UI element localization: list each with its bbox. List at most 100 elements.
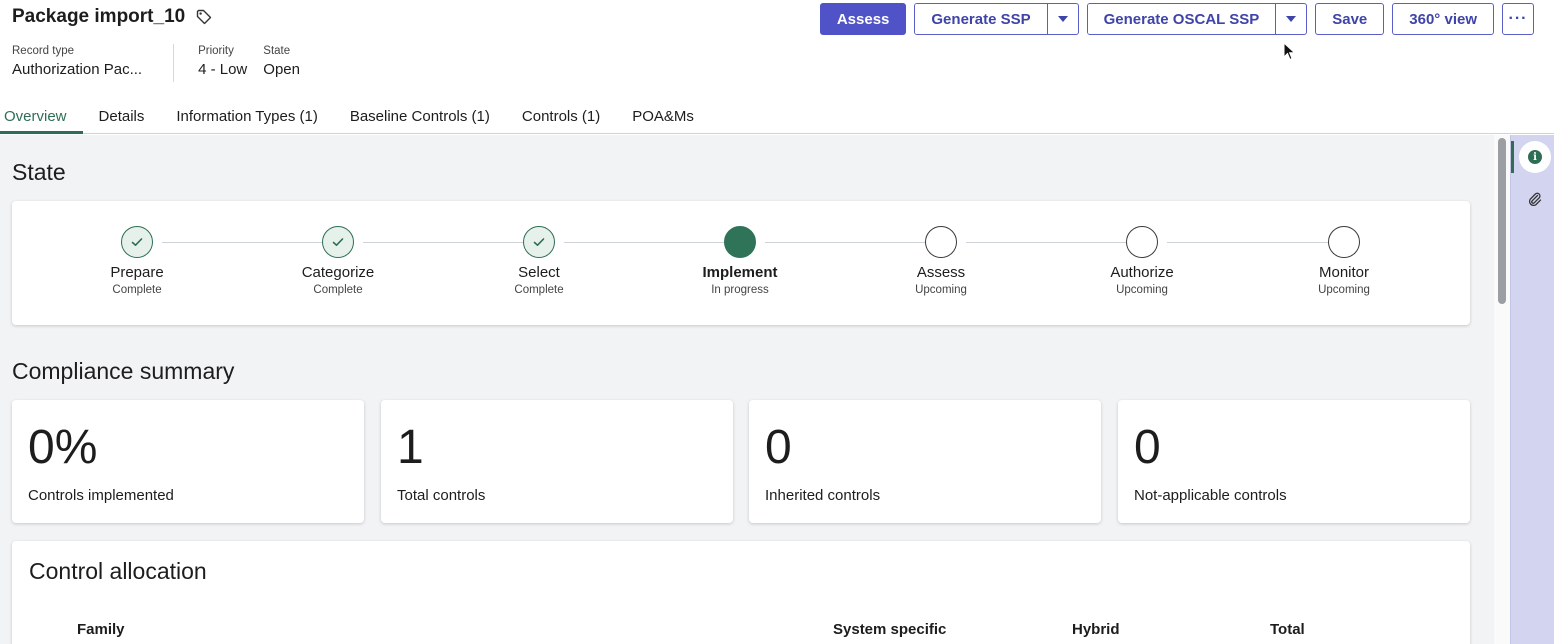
page-title: Package import_10 <box>12 6 186 27</box>
step-status: Complete <box>313 284 363 296</box>
tag-icon[interactable] <box>195 8 213 26</box>
state-stepper: Prepare Complete Categorize Complete Sel… <box>12 201 1470 325</box>
step-name: Select <box>518 264 560 281</box>
step-name: Monitor <box>1318 264 1370 281</box>
step-name: Assess <box>916 264 966 281</box>
control-allocation-title: Control allocation <box>29 558 207 584</box>
step-name: Categorize <box>301 264 375 281</box>
column-header-system-specific[interactable]: System specific <box>833 621 946 638</box>
metric-card-total-controls: 1 Total controls <box>381 400 733 523</box>
check-icon <box>332 238 344 246</box>
metric-value: 0% <box>28 421 98 474</box>
step-connector <box>1167 242 1329 243</box>
overview-content: State Prepare Complete Categorize Comple… <box>0 135 1494 644</box>
tab-details[interactable]: Details <box>83 103 161 134</box>
step-connector <box>363 242 525 243</box>
chevron-down-icon <box>1286 16 1297 22</box>
step-authorize[interactable]: Authorize Upcoming <box>1062 226 1222 298</box>
metric-label: Inherited controls <box>765 487 881 504</box>
step-upcoming-marker <box>925 226 957 258</box>
step-status: Complete <box>112 284 162 296</box>
step-upcoming-marker <box>1328 226 1360 258</box>
step-status: Upcoming <box>915 284 967 296</box>
metric-card-controls-implemented: 0% Controls implemented <box>12 400 364 523</box>
step-status: Upcoming <box>1116 284 1168 296</box>
step-name: Prepare <box>110 264 164 281</box>
meta-divider <box>173 44 175 82</box>
step-complete-marker <box>523 226 555 258</box>
more-actions-button[interactable]: ··· <box>1502 3 1534 35</box>
column-header-family[interactable]: Family <box>77 621 125 638</box>
step-categorize[interactable]: Categorize Complete <box>258 226 418 298</box>
step-connector <box>966 242 1128 243</box>
priority: Priority 4 - Low <box>198 44 247 82</box>
info-icon: i <box>1528 150 1542 164</box>
state-label: State <box>263 45 291 57</box>
metric-card-not-applicable-controls: 0 Not-applicable controls <box>1118 400 1470 523</box>
step-name: Authorize <box>1110 264 1174 281</box>
step-name: Implement <box>702 264 778 281</box>
record-type-label: Record type <box>12 45 75 57</box>
column-header-total[interactable]: Total <box>1270 621 1305 638</box>
view-360-button[interactable]: 360° view <box>1392 3 1494 35</box>
compliance-summary-title: Compliance summary <box>12 358 235 384</box>
metric-label: Not-applicable controls <box>1134 487 1287 504</box>
scrollbar-thumb[interactable] <box>1498 138 1506 304</box>
attachments-button[interactable] <box>1519 183 1551 215</box>
tab-information-types[interactable]: Information Types (1) <box>160 103 333 134</box>
step-monitor[interactable]: Monitor Upcoming <box>1264 226 1424 298</box>
record-tabs: Overview Details Information Types (1) B… <box>0 103 710 134</box>
check-icon <box>533 238 545 246</box>
record-header: Package import_10 Record type Authorizat… <box>0 0 1554 134</box>
state: State Open <box>263 44 300 82</box>
column-header-hybrid[interactable]: Hybrid <box>1072 621 1120 638</box>
title-row: Package import_10 <box>12 6 213 28</box>
record-type-value: Authorization Pac... <box>12 61 143 78</box>
metric-value: 0 <box>1134 421 1161 474</box>
paperclip-icon <box>1529 192 1542 206</box>
generate-ssp-button[interactable]: Generate SSP <box>915 4 1047 34</box>
tab-overview[interactable]: Overview <box>0 103 83 134</box>
generate-ssp-split-button: Generate SSP <box>914 3 1079 35</box>
step-complete-marker <box>322 226 354 258</box>
generate-ssp-dropdown[interactable] <box>1046 4 1078 34</box>
header-actions: Assess Generate SSP Generate OSCAL SSP S… <box>819 3 1534 35</box>
step-connector <box>564 242 726 243</box>
right-sidebar-rail: i <box>1510 135 1554 644</box>
state-section-title: State <box>12 159 66 185</box>
record-type: Record type Authorization Pac... <box>12 44 142 82</box>
save-button[interactable]: Save <box>1315 3 1385 35</box>
state-value: Open <box>263 61 300 78</box>
step-status: Upcoming <box>1318 284 1370 296</box>
step-select[interactable]: Select Complete <box>459 226 619 298</box>
chevron-down-icon <box>1057 16 1068 22</box>
generate-oscal-ssp-button[interactable]: Generate OSCAL SSP <box>1087 4 1276 34</box>
tab-poams[interactable]: POA&Ms <box>616 103 710 134</box>
tab-controls[interactable]: Controls (1) <box>506 103 616 134</box>
mouse-cursor-icon <box>1283 42 1296 61</box>
rail-active-indicator <box>1511 141 1514 173</box>
tab-baseline-controls[interactable]: Baseline Controls (1) <box>334 103 506 134</box>
step-assess[interactable]: Assess Upcoming <box>861 226 1021 298</box>
control-allocation-card: Control allocation Family System specifi… <box>12 541 1470 644</box>
step-connector <box>162 242 324 243</box>
step-status: Complete <box>514 284 564 296</box>
step-prepare[interactable]: Prepare Complete <box>57 226 217 298</box>
metric-label: Total controls <box>397 487 486 504</box>
step-implement[interactable]: Implement In progress <box>660 226 820 298</box>
assess-button[interactable]: Assess <box>819 3 907 35</box>
step-upcoming-marker <box>1126 226 1158 258</box>
generate-oscal-ssp-split-button: Generate OSCAL SSP <box>1086 3 1308 35</box>
metric-card-inherited-controls: 0 Inherited controls <box>749 400 1101 523</box>
priority-value: 4 - Low <box>198 61 248 78</box>
generate-oscal-ssp-dropdown[interactable] <box>1275 4 1306 34</box>
check-icon <box>131 238 143 246</box>
step-complete-marker <box>121 226 153 258</box>
metric-value: 1 <box>397 421 424 474</box>
metric-label: Controls implemented <box>28 487 174 504</box>
step-status: In progress <box>711 284 769 296</box>
priority-label: Priority <box>198 45 234 57</box>
metric-value: 0 <box>765 421 792 474</box>
info-panel-button[interactable]: i <box>1519 141 1551 173</box>
step-connector <box>765 242 927 243</box>
